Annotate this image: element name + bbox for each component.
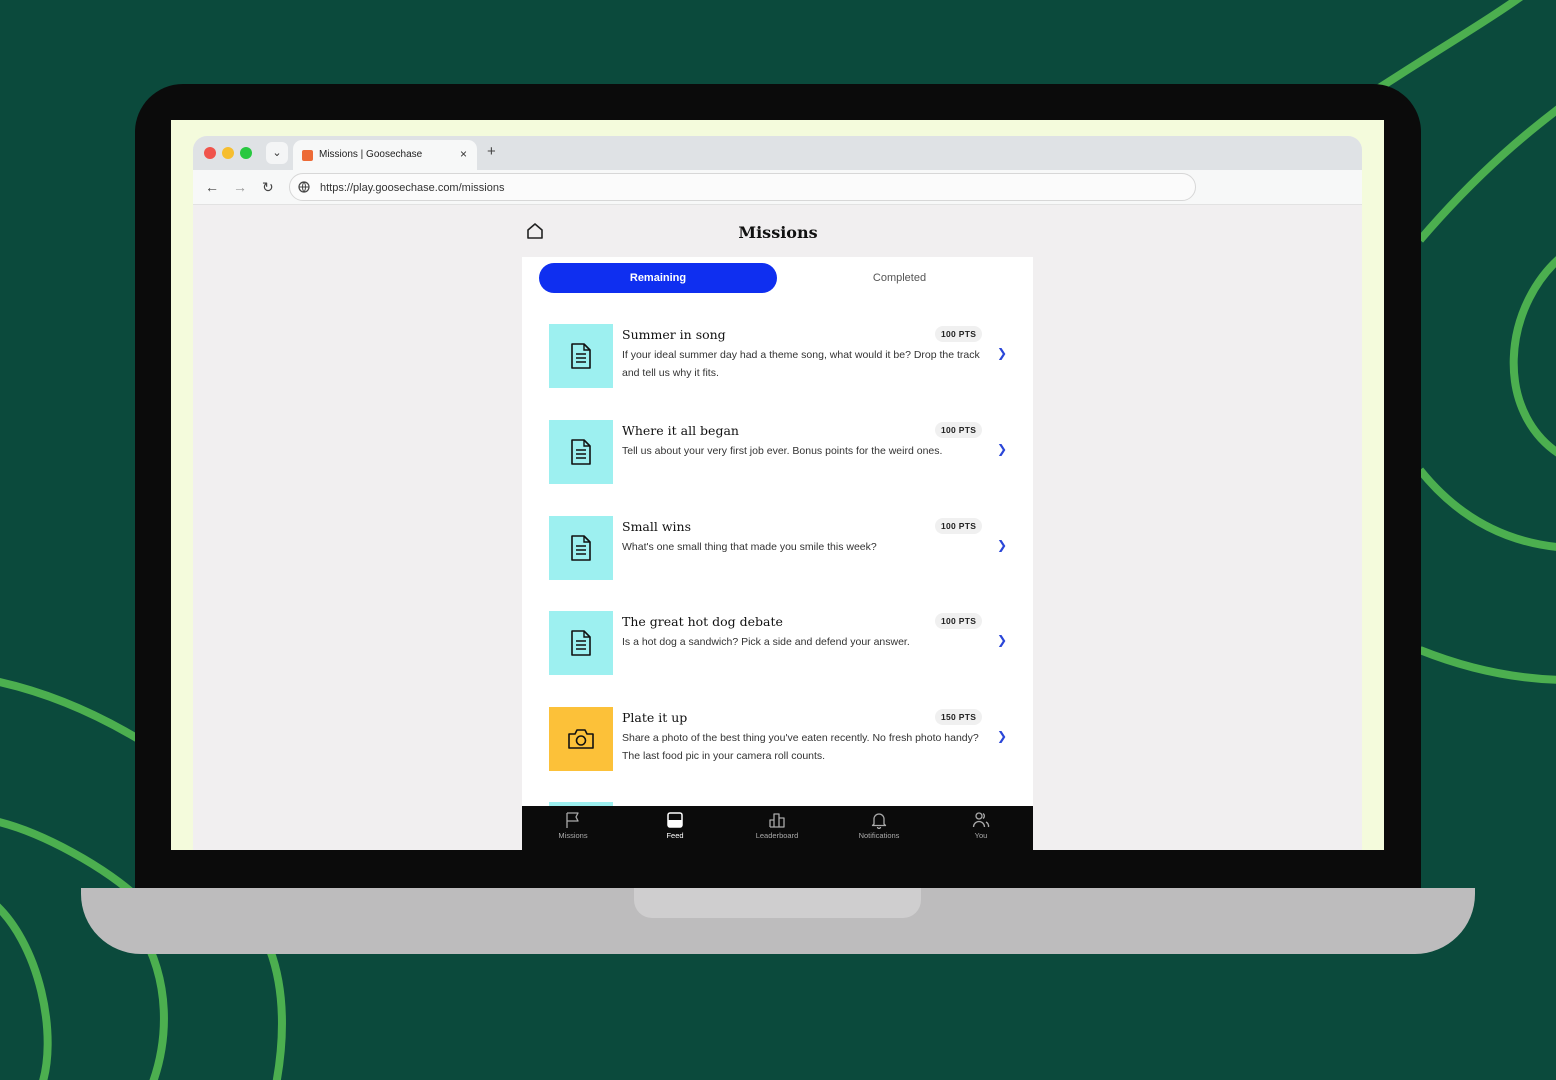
back-icon[interactable]: ← [205, 179, 219, 195]
goosechase-app: Missions Remaining Completed Summer in s… [193, 205, 1362, 850]
new-tab-button[interactable]: + [487, 143, 496, 160]
nav-feed[interactable]: Feed [635, 811, 715, 840]
nav-label: Feed [666, 831, 684, 840]
chevron-right-icon: ❯ [997, 633, 1008, 647]
users-icon [972, 812, 990, 828]
reload-icon[interactable]: ↻ [262, 179, 274, 196]
forward-icon[interactable]: → [233, 179, 247, 195]
missions-panel: Remaining Completed Summer in song 100 P… [522, 257, 1033, 850]
home-icon[interactable] [525, 221, 545, 241]
tab-title: Missions | Goosechase [319, 149, 423, 160]
tab-remaining[interactable]: Remaining [539, 263, 777, 293]
nav-leaderboard[interactable]: Leaderboard [737, 811, 817, 840]
mission-item[interactable]: Plate it up 150 PTS Share a photo of the… [549, 707, 1009, 773]
mission-title: Small wins [622, 519, 692, 534]
mission-icon-tile [549, 707, 613, 771]
browser-tabbar: ⌄ Missions | Goosechase × + [193, 136, 1362, 170]
chevron-right-icon: ❯ [997, 442, 1008, 456]
mission-item[interactable]: Summer in song 100 PTS If your ideal sum… [549, 324, 1009, 390]
mission-description: Share a photo of the best thing you've e… [622, 732, 979, 762]
mission-icon-tile [549, 611, 613, 675]
nav-label: Missions [558, 831, 588, 840]
mission-title: Where it all began [622, 423, 739, 438]
chevron-right-icon: ❯ [997, 346, 1008, 360]
mission-description: If your ideal summer day had a theme son… [622, 349, 980, 379]
mission-icon-tile [549, 516, 613, 580]
mission-description: Is a hot dog a sandwich? Pick a side and… [622, 636, 910, 648]
points-badge: 100 PTS [935, 613, 983, 629]
points-badge: 100 PTS [935, 422, 983, 438]
browser-window: ⌄ Missions | Goosechase × + ← → ↻ https:… [193, 136, 1362, 850]
chevron-right-icon: ❯ [997, 538, 1008, 552]
minimize-window-button[interactable] [222, 147, 234, 159]
goosechase-favicon-icon [302, 150, 313, 161]
mission-description: Tell us about your very first job ever. … [622, 445, 943, 457]
browser-toolbar: ← → ↻ https://play.goosechase.com/missio… [193, 170, 1362, 205]
close-window-button[interactable] [204, 147, 216, 159]
document-icon [571, 535, 591, 561]
mission-item[interactable]: Where it all began 100 PTS Tell us about… [549, 420, 1009, 486]
mission-title: The great hot dog debate [622, 614, 783, 629]
nav-label: You [974, 831, 988, 840]
mission-icon-tile [549, 420, 613, 484]
site-info-icon[interactable] [298, 181, 310, 193]
points-badge: 100 PTS [935, 518, 983, 534]
nav-missions[interactable]: Missions [533, 811, 613, 840]
document-icon [571, 630, 591, 656]
nav-you[interactable]: You [941, 811, 1021, 840]
mission-item[interactable]: The great hot dog debate 100 PTS Is a ho… [549, 611, 1009, 677]
points-badge: 100 PTS [935, 326, 983, 342]
page-title: Missions [738, 223, 818, 242]
leaderboard-icon [769, 813, 785, 828]
flag-icon [566, 812, 579, 828]
tab-completed[interactable]: Completed [792, 263, 1007, 293]
document-icon [571, 343, 591, 369]
mission-item[interactable]: Small wins 100 PTS What's one small thin… [549, 516, 1009, 582]
chevron-right-icon: ❯ [997, 729, 1008, 743]
laptop-screen: ⌄ Missions | Goosechase × + ← → ↻ https:… [171, 120, 1384, 850]
bottom-navigation: Missions Feed Leaderboard Notifications … [522, 806, 1033, 850]
url-text: https://play.goosechase.com/missions [320, 182, 505, 194]
nav-notifications[interactable]: Notifications [839, 811, 919, 840]
mission-title: Summer in song [622, 327, 726, 342]
points-badge: 150 PTS [935, 709, 983, 725]
tab-close-icon[interactable]: × [460, 147, 467, 161]
address-bar[interactable]: https://play.goosechase.com/missions [289, 173, 1196, 201]
nav-label: Leaderboard [755, 831, 799, 840]
nav-label: Notifications [858, 831, 900, 840]
mission-description: What's one small thing that made you smi… [622, 541, 877, 553]
maximize-window-button[interactable] [240, 147, 252, 159]
camera-icon [568, 729, 594, 749]
feed-icon [667, 812, 683, 828]
mission-icon-tile [549, 324, 613, 388]
tab-search-icon[interactable]: ⌄ [266, 142, 288, 164]
browser-tab-missions[interactable]: Missions | Goosechase × [293, 140, 477, 170]
laptop-notch [634, 888, 921, 918]
document-icon [571, 439, 591, 465]
bell-icon [871, 813, 887, 829]
mission-title: Plate it up [622, 710, 688, 725]
